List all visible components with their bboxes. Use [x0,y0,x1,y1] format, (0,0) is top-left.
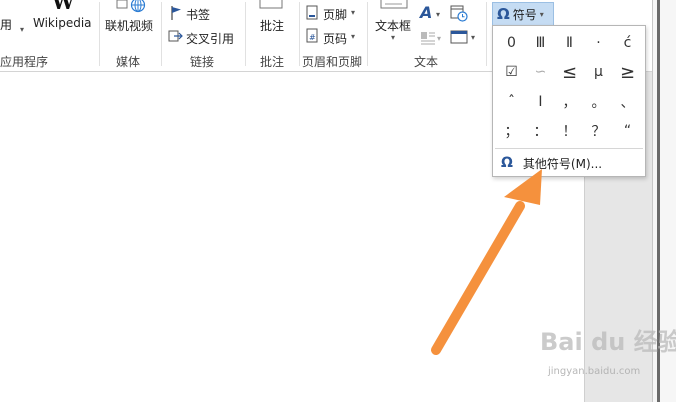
watermark-brand: Bai du 经验 [540,328,676,356]
watermark-url: jingyan.baidu.com [548,366,641,377]
baidu-watermark: Bai du 经验 jingyan.baidu.com [540,322,676,388]
